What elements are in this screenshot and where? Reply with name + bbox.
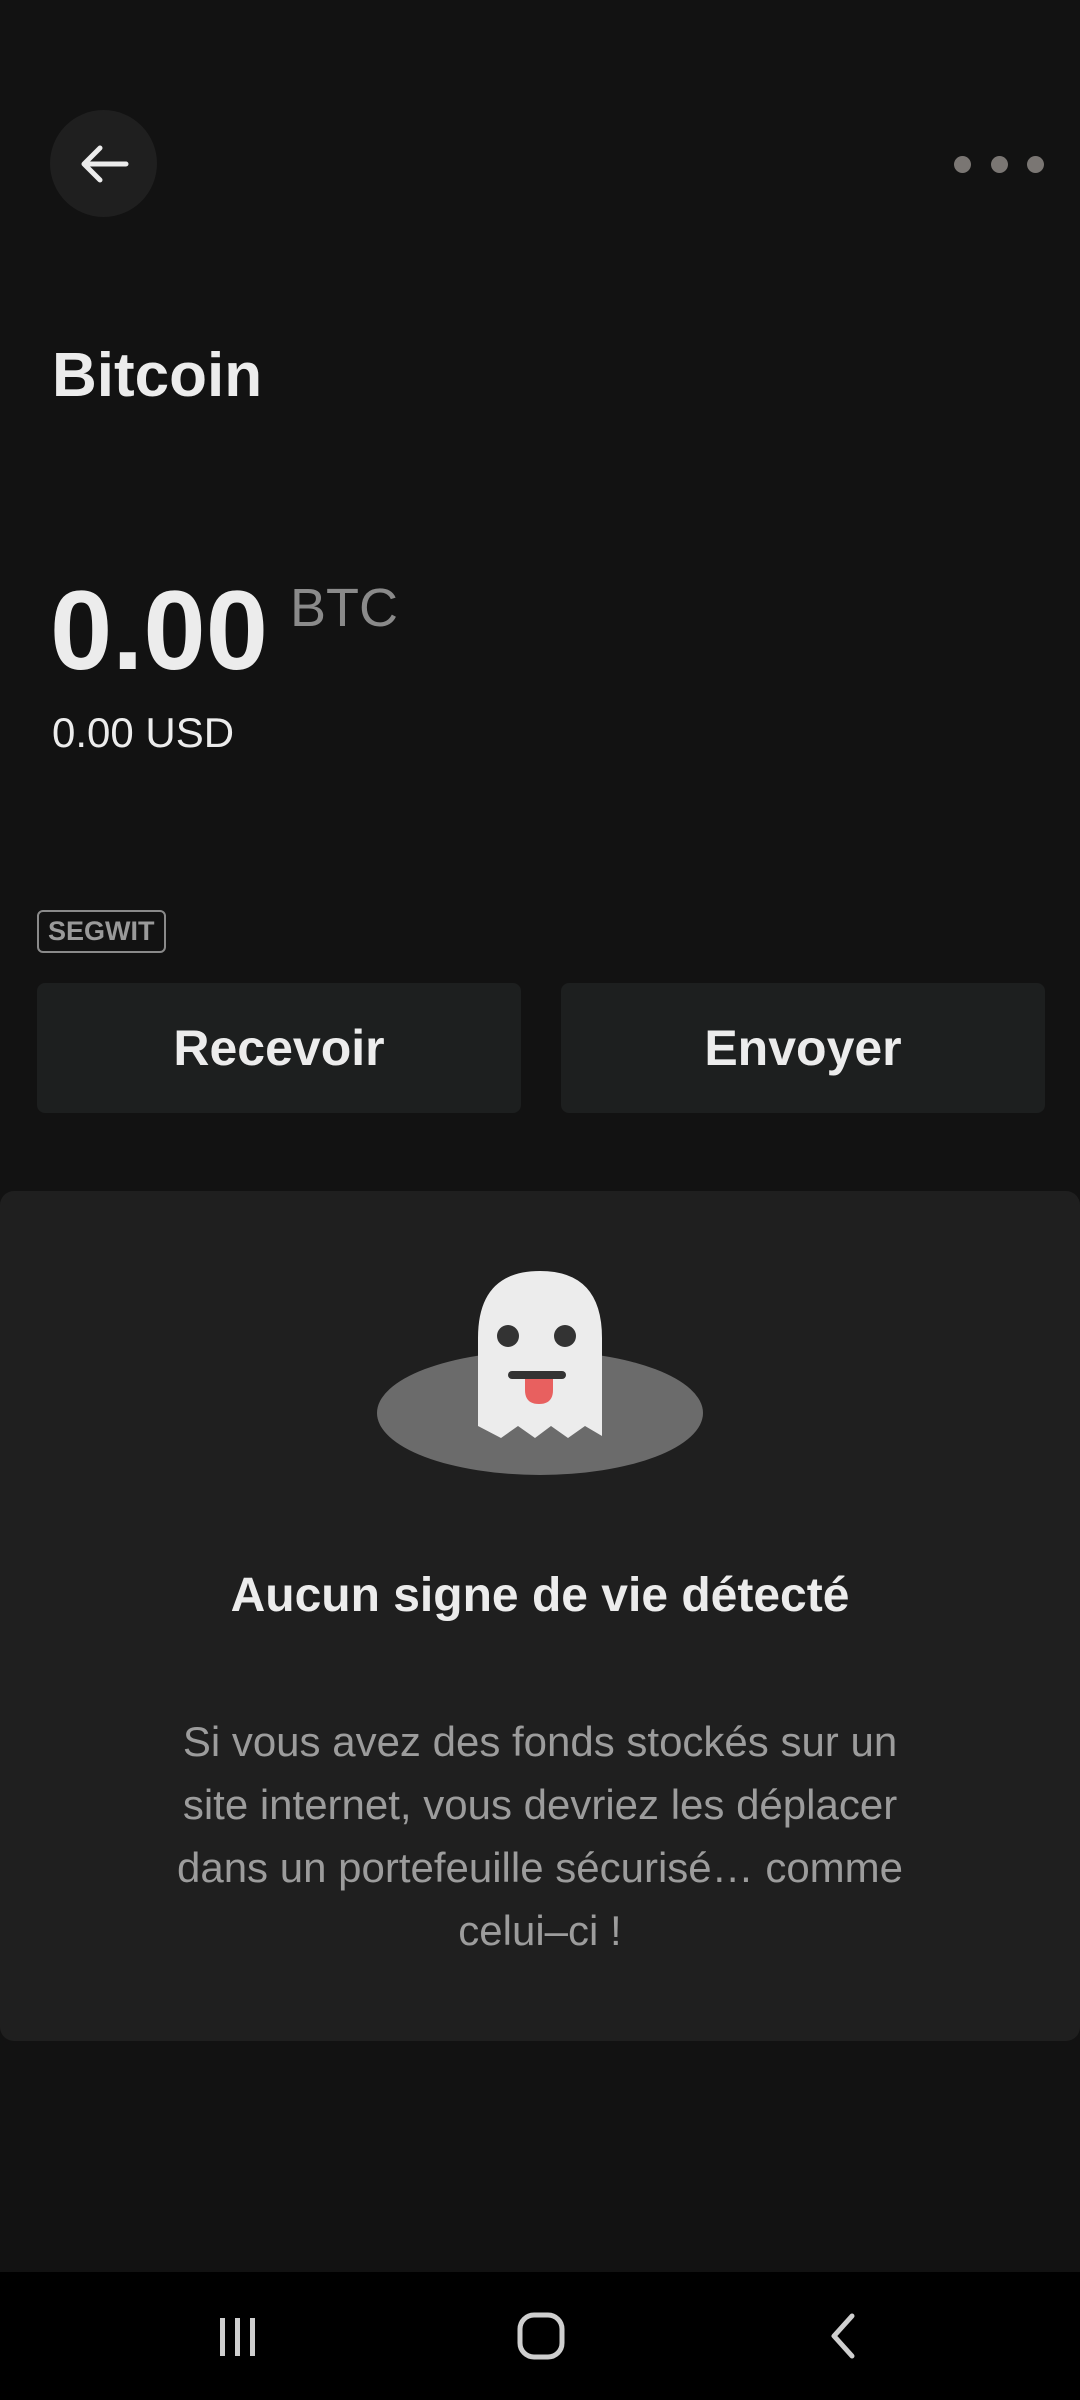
system-back-button[interactable] xyxy=(814,2306,874,2366)
home-button[interactable] xyxy=(511,2306,571,2366)
more-dot xyxy=(1027,155,1044,173)
balance: 0.00 BTC xyxy=(50,575,398,687)
receive-button[interactable]: Recevoir xyxy=(37,983,521,1113)
page-title: Bitcoin xyxy=(52,341,263,410)
more-horizontal-icon xyxy=(954,155,971,173)
fiat-balance: 0.00 USD xyxy=(52,709,235,756)
empty-state-title: Aucun signe de vie détecté xyxy=(230,1569,850,1622)
segwit-badge: SEGWIT xyxy=(37,910,166,953)
recents-button[interactable] xyxy=(208,2306,268,2366)
more-dot xyxy=(990,155,1008,173)
back-button[interactable] xyxy=(50,110,157,217)
send-button[interactable]: Envoyer xyxy=(561,983,1045,1113)
empty-state-description: Si vous avez des fonds stockés sur un si… xyxy=(176,1718,904,1954)
ghost-icon xyxy=(377,1271,703,1475)
back-chevron-icon xyxy=(831,2313,855,2359)
balance-amount: 0.00 xyxy=(50,568,268,693)
balance-unit: BTC xyxy=(289,578,398,638)
recents-icon xyxy=(220,2318,255,2356)
system-navigation-bar xyxy=(0,2272,1080,2400)
arrow-left-icon xyxy=(81,145,128,182)
home-icon xyxy=(517,2312,565,2360)
more-options-button[interactable] xyxy=(954,140,1044,188)
